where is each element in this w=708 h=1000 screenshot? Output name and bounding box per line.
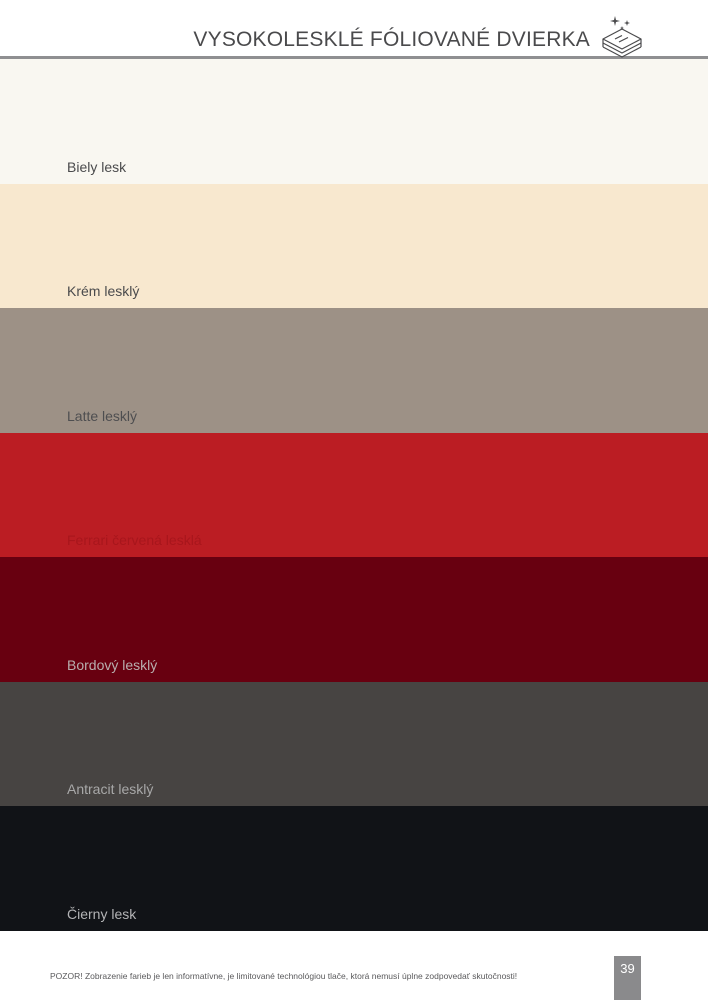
page-header: VYSOKOLESKLÉ FÓLIOVANÉ DVIERKA — [0, 0, 708, 60]
swatch-label: Bordový lesklý — [67, 656, 158, 673]
page-title: VYSOKOLESKLÉ FÓLIOVANÉ DVIERKA — [193, 28, 590, 51]
glossy-layers-sparkle-icon — [602, 16, 642, 58]
color-swatch: Antracit lesklý — [0, 681, 708, 807]
swatch-label: Ferrari červená lesklá — [67, 532, 202, 549]
swatch-label: Krém lesklý — [67, 283, 140, 300]
color-swatch: Bordový lesklý — [0, 557, 708, 682]
color-swatch: Čierny lesk — [0, 806, 708, 931]
color-swatch: Ferrari červená lesklá — [0, 432, 708, 558]
color-swatch: Latte lesklý — [0, 308, 708, 433]
color-disclaimer: POZOR! Zobrazenie farieb je len informat… — [50, 971, 518, 981]
color-swatch: Biely lesk — [0, 59, 708, 184]
color-swatch-list: Biely lesk Krém lesklý Latte lesklý Ferr… — [0, 59, 708, 931]
page-number: 39 — [614, 956, 641, 1000]
swatch-label: Čierny lesk — [67, 905, 137, 922]
swatch-label: Latte lesklý — [67, 407, 138, 424]
swatch-label: Antracit lesklý — [67, 781, 154, 798]
color-swatch: Krém lesklý — [0, 183, 708, 309]
swatch-label: Biely lesk — [67, 158, 127, 175]
